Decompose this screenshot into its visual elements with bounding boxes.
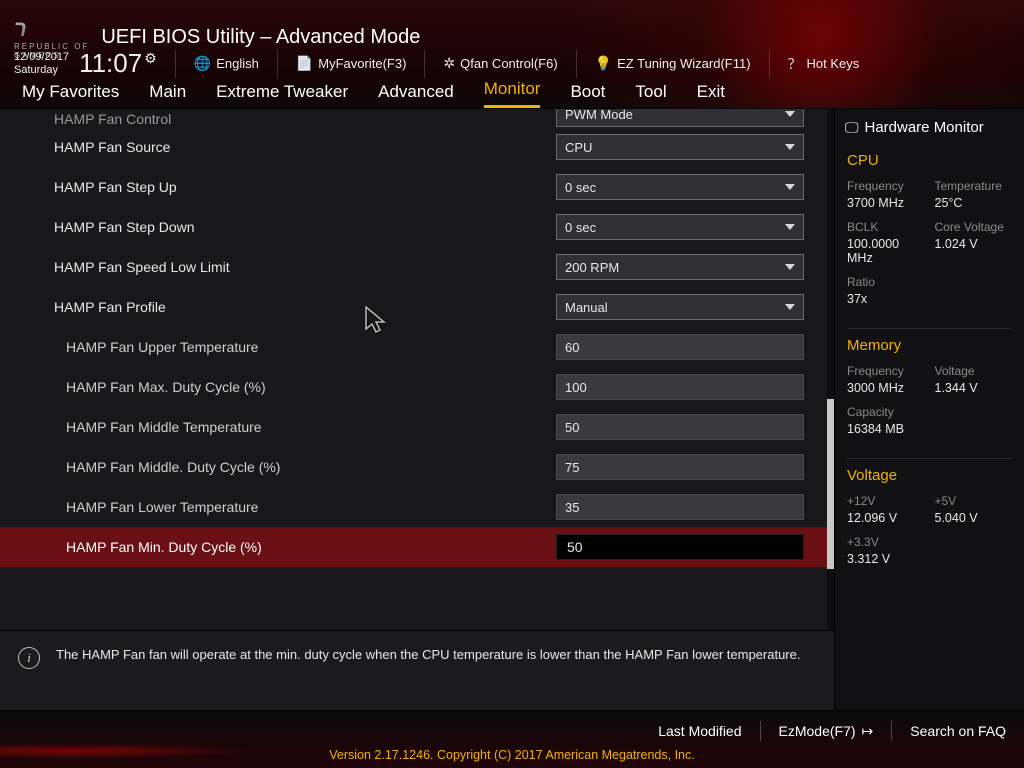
scrollbar-thumb[interactable] [827, 399, 834, 569]
setting-row[interactable]: HAMP Fan Middle Temperature50 [0, 407, 834, 447]
date: 12/09/2017 [14, 51, 69, 63]
ezmode-button[interactable]: EzMode(F7)↦ [779, 723, 874, 740]
text-input[interactable]: 35 [556, 494, 804, 520]
qfan-button[interactable]: ✲Qfan Control(F6) [443, 55, 557, 72]
setting-row[interactable]: HAMP Fan Lower Temperature35 [0, 487, 834, 527]
settings-list[interactable]: HAMP Fan ControlPWM ModeHAMP Fan SourceC… [0, 109, 834, 630]
main-panel: HAMP Fan ControlPWM ModeHAMP Fan SourceC… [0, 109, 834, 710]
setting-row[interactable]: HAMP Fan ProfileManual [0, 287, 834, 327]
hotkeys-button[interactable]: ？Hot Keys [788, 54, 860, 74]
tab-extreme-tweaker[interactable]: Extreme Tweaker [216, 82, 348, 108]
setting-label: HAMP Fan Min. Duty Cycle (%) [66, 539, 556, 555]
dropdown[interactable]: 0 sec [556, 174, 804, 200]
setting-row[interactable]: HAMP Fan Max. Duty Cycle (%)100 [0, 367, 834, 407]
datetime: 12/09/2017 Saturday 11:07⚙ [14, 48, 157, 79]
last-modified-link[interactable]: Last Modified [658, 723, 741, 739]
gear-icon: ⚙ [144, 50, 157, 67]
tab-tool[interactable]: Tool [635, 82, 666, 108]
setting-label: HAMP Fan Step Up [54, 179, 556, 195]
info-icon: i [18, 647, 40, 669]
list-icon: 📄 [296, 55, 313, 72]
text-input[interactable]: 60 [556, 334, 804, 360]
setting-label: HAMP Fan Speed Low Limit [54, 259, 556, 275]
exit-icon: ↦ [862, 723, 874, 740]
text-input[interactable]: 50 [556, 414, 804, 440]
tab-bar: My Favorites Main Extreme Tweaker Advanced M… [0, 75, 1024, 109]
help-panel: i The HAMP Fan fan will operate at the m… [0, 630, 834, 710]
dropdown[interactable]: CPU [556, 134, 804, 160]
setting-row[interactable]: HAMP Fan ControlPWM Mode [0, 109, 834, 127]
bulb-icon: 💡 [595, 55, 612, 72]
text-input[interactable]: 100 [556, 374, 804, 400]
hw-title: Hardware Monitor [865, 119, 984, 136]
text-input[interactable]: 50 [556, 534, 804, 560]
chevron-down-icon [785, 224, 795, 230]
setting-label: HAMP Fan Max. Duty Cycle (%) [66, 379, 556, 395]
dropdown[interactable]: 0 sec [556, 214, 804, 240]
setting-label: HAMP Fan Profile [54, 299, 556, 315]
dropdown[interactable]: PWM Mode [556, 109, 804, 127]
setting-row[interactable]: HAMP Fan Middle. Duty Cycle (%)75 [0, 447, 834, 487]
chevron-down-icon [785, 111, 795, 117]
setting-label: HAMP Fan Upper Temperature [66, 339, 556, 355]
footer: Last Modified EzMode(F7)↦ Search on FAQ … [0, 710, 1024, 768]
voltage-heading: Voltage [847, 467, 1012, 484]
setting-row[interactable]: HAMP Fan Speed Low Limit200 RPM [0, 247, 834, 287]
tab-my-favorites[interactable]: My Favorites [22, 82, 119, 108]
bios-title: UEFI BIOS Utility – Advanced Mode [101, 26, 420, 49]
chevron-down-icon [785, 184, 795, 190]
tab-main[interactable]: Main [149, 82, 186, 108]
chevron-down-icon [785, 304, 795, 310]
eztuning-button[interactable]: 💡EZ Tuning Wizard(F11) [595, 55, 751, 72]
dropdown[interactable]: Manual [556, 294, 804, 320]
language-button[interactable]: 🌐English [194, 55, 259, 72]
setting-label: HAMP Fan Lower Temperature [66, 499, 556, 515]
version-text: Version 2.17.1246. Copyright (C) 2017 Am… [0, 748, 1024, 762]
dropdown[interactable]: 200 RPM [556, 254, 804, 280]
setting-label: HAMP Fan Source [54, 139, 556, 155]
setting-label: HAMP Fan Middle. Duty Cycle (%) [66, 459, 556, 475]
help-text: The HAMP Fan fan will operate at the min… [56, 647, 800, 662]
day: Saturday [14, 64, 69, 76]
setting-row[interactable]: HAMP Fan Step Up0 sec [0, 167, 834, 207]
question-icon: ？ [788, 54, 802, 74]
tab-monitor[interactable]: Monitor [484, 79, 541, 108]
setting-row[interactable]: HAMP Fan SourceCPU [0, 127, 834, 167]
search-faq-link[interactable]: Search on FAQ [910, 723, 1006, 739]
myfavorite-button[interactable]: 📄MyFavorite(F3) [296, 55, 407, 72]
scrollbar[interactable] [827, 109, 834, 630]
fan-icon: ✲ [443, 55, 455, 72]
setting-label: HAMP Fan Control [54, 111, 556, 127]
text-input[interactable]: 75 [556, 454, 804, 480]
clock[interactable]: 11:07⚙ [79, 48, 157, 79]
toolbar: 12/09/2017 Saturday 11:07⚙ 🌐English 📄MyF… [14, 48, 859, 79]
setting-row[interactable]: HAMP Fan Step Down0 sec [0, 207, 834, 247]
tab-advanced[interactable]: Advanced [378, 82, 454, 108]
setting-row[interactable]: HAMP Fan Min. Duty Cycle (%)50 [0, 527, 834, 567]
tab-boot[interactable]: Boot [570, 82, 605, 108]
setting-row[interactable]: HAMP Fan Upper Temperature60 [0, 327, 834, 367]
setting-label: HAMP Fan Middle Temperature [66, 419, 556, 435]
memory-heading: Memory [847, 337, 1012, 354]
globe-icon: 🌐 [194, 55, 211, 72]
monitor-icon: 🖵 [845, 119, 859, 136]
chevron-down-icon [785, 264, 795, 270]
hardware-monitor-panel: 🖵Hardware Monitor CPU Frequency3700 MHz … [834, 109, 1024, 710]
cpu-heading: CPU [847, 152, 1012, 169]
chevron-down-icon [785, 144, 795, 150]
setting-label: HAMP Fan Step Down [54, 219, 556, 235]
tab-exit[interactable]: Exit [697, 82, 725, 108]
